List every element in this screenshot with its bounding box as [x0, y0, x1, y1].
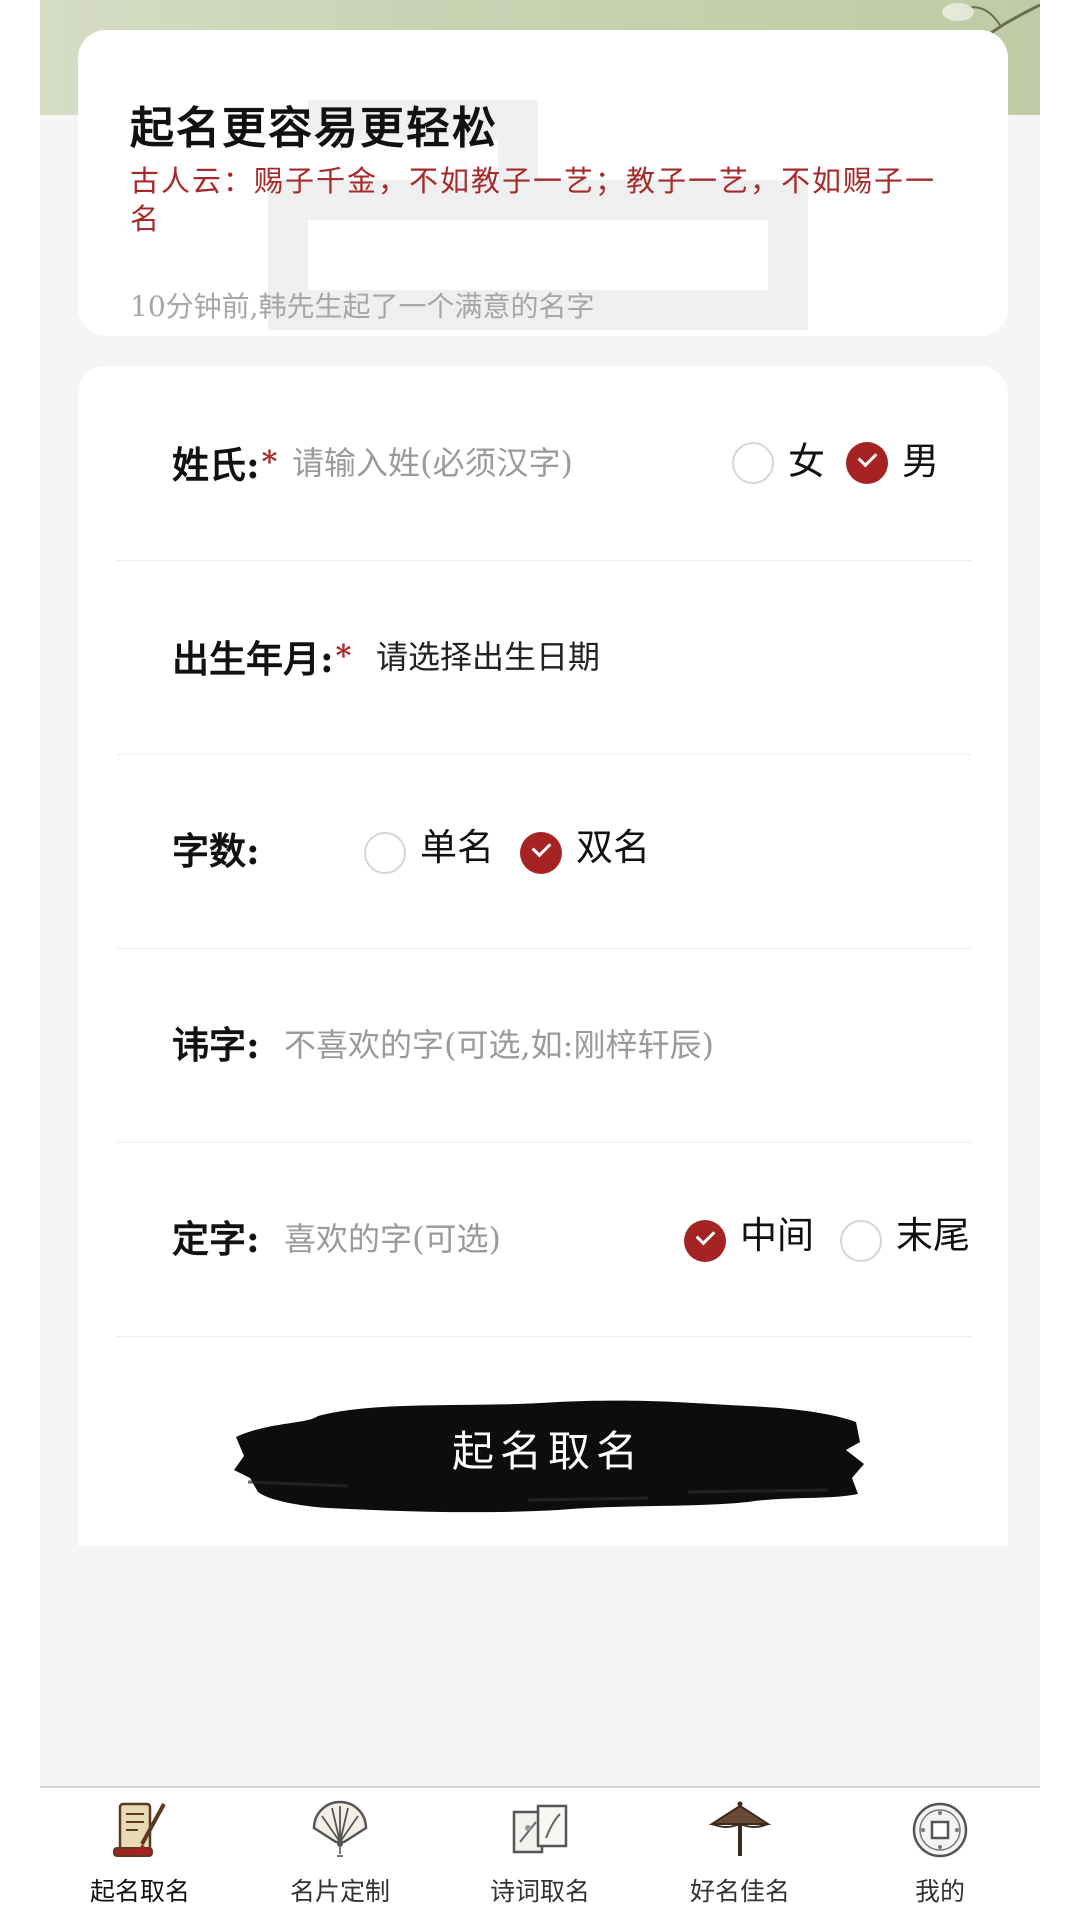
gender-male-label[interactable]: 男 [902, 442, 939, 482]
submit-button[interactable]: 起名取名 [228, 1382, 868, 1522]
surname-label: 姓氏:* [172, 443, 278, 487]
intro-quote: 古人云：赐子千金，不如教子一艺；教子一艺，不如赐子一名 [130, 164, 937, 236]
fan-icon [312, 1800, 368, 1857]
position-middle-radio[interactable] [684, 1220, 726, 1262]
tab-naming[interactable]: 起名取名 [40, 1788, 240, 1920]
scroll-brush-icon [113, 1802, 166, 1857]
surname-row: 姓氏:* 请输入姓(必须汉字) 女 男 [116, 366, 972, 561]
avoid-chars-row: 讳字: 不喜欢的字(可选,如:刚梓轩辰) [116, 948, 972, 1143]
gender-male-radio[interactable] [846, 442, 888, 484]
birth-row: 出生年月:* 请选择出生日期 [116, 560, 972, 755]
position-middle-label[interactable]: 中间 [740, 1216, 814, 1256]
fixed-char-input[interactable]: 喜欢的字(可选) [284, 1142, 501, 1336]
tab-label: 起名取名 [89, 1877, 190, 1906]
required-mark: * [335, 639, 352, 674]
tab-business-card[interactable]: 名片定制 [240, 1788, 440, 1920]
required-mark: * [261, 445, 278, 480]
gender-female-radio[interactable] [732, 442, 774, 484]
double-name-radio[interactable] [520, 832, 562, 874]
position-end-label[interactable]: 末尾 [896, 1216, 970, 1256]
intro-title: 起名更容易更轻松 [130, 103, 498, 154]
poetry-scroll-icon [512, 1804, 568, 1854]
name-length-label: 字数: [172, 829, 260, 873]
submit-label: 起名取名 [451, 1427, 644, 1476]
avoid-chars-label: 讳字: [172, 1023, 260, 1067]
fixed-char-row: 定字: 喜欢的字(可选) 中间 末尾 [116, 1142, 972, 1337]
tab-label: 诗词取名 [489, 1877, 590, 1906]
recent-activity-text: 10分钟前,韩先生起了一个满意的名字 [130, 290, 595, 323]
name-length-row: 字数: 单名 双名 [116, 754, 972, 949]
tab-good-names[interactable]: 好名佳名 [640, 1788, 840, 1920]
fixed-char-label: 定字: [172, 1217, 260, 1261]
gender-female-label[interactable]: 女 [788, 442, 825, 482]
birth-label: 出生年月:* [172, 637, 352, 681]
app-screen: 起名更容易更轻松 古人云：赐子千金，不如教子一艺；教子一艺，不如赐子一名 10分… [40, 0, 1040, 1920]
double-name-label[interactable]: 双名 [576, 828, 650, 868]
umbrella-icon [708, 1801, 772, 1856]
tab-label: 我的 [914, 1877, 965, 1906]
tab-label: 名片定制 [289, 1877, 390, 1906]
single-name-label[interactable]: 单名 [420, 828, 494, 868]
position-end-radio[interactable] [840, 1220, 882, 1262]
intro-card: 起名更容易更轻松 古人云：赐子千金，不如教子一艺；教子一艺，不如赐子一名 10分… [78, 30, 1008, 336]
single-name-radio[interactable] [364, 832, 406, 874]
tab-label: 好名佳名 [689, 1877, 790, 1906]
birth-date-picker[interactable]: 请选择出生日期 [376, 560, 600, 754]
tab-poetry[interactable]: 诗词取名 [440, 1788, 640, 1920]
surname-input[interactable]: 请输入姓(必须汉字) [292, 366, 573, 560]
tab-profile[interactable]: 我的 [840, 1788, 1040, 1920]
bottom-tab-bar: 起名取名 名片定制 诗词取名 好名佳名 我的 [40, 1786, 1040, 1920]
naming-form: 姓氏:* 请输入姓(必须汉字) 女 男 出生年月:* 请选择出生日期 字数: 单… [78, 366, 1008, 1546]
coin-icon [912, 1802, 968, 1858]
avoid-chars-input[interactable]: 不喜欢的字(可选,如:刚梓轩辰) [284, 948, 714, 1142]
